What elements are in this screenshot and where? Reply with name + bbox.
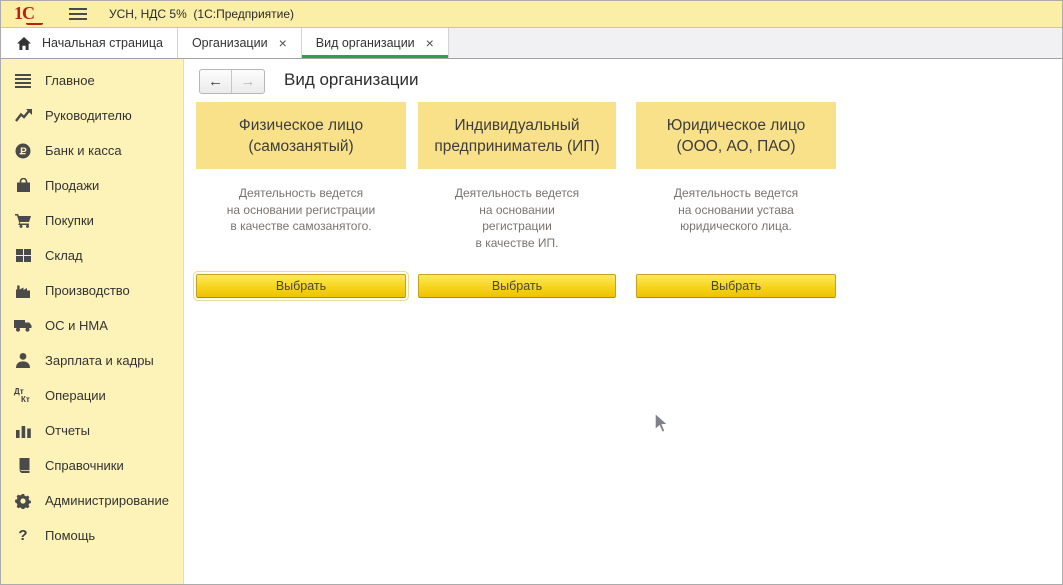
sidebar-item-label: Главное	[45, 73, 95, 88]
sidebar-item-salary-hr[interactable]: Зарплата и кадры	[1, 343, 183, 378]
sidebar-item-directories[interactable]: Справочники	[1, 448, 183, 483]
ruble-circle-icon: Р	[14, 143, 32, 159]
home-icon	[15, 37, 33, 50]
sidebar-item-purchases[interactable]: Покупки	[1, 203, 183, 238]
debit-credit-icon: ДтКт	[14, 388, 32, 404]
card-entrepreneur: Индивидуальный предприниматель (ИП) Деят…	[418, 102, 616, 298]
tab-home[interactable]: Начальная страница	[1, 28, 178, 58]
bag-icon	[14, 178, 32, 193]
sidebar-item-label: Склад	[45, 248, 83, 263]
title-bar: 1С УСН, НДС 5% (1С:Предприятие)	[1, 1, 1062, 28]
card-self-employed: Физическое лицо (самозанятый) Деятельнос…	[196, 102, 406, 298]
close-icon[interactable]: ×	[426, 36, 434, 50]
sidebar-item-sales[interactable]: Продажи	[1, 168, 183, 203]
tab-org-type[interactable]: Вид организации ×	[302, 28, 449, 58]
sidebar-item-label: Справочники	[45, 458, 124, 473]
factory-icon	[14, 284, 32, 298]
question-icon: ?	[14, 527, 32, 544]
truck-icon	[14, 319, 32, 332]
history-nav: ← →	[199, 69, 265, 94]
card-description: Деятельность ведется на основании регист…	[418, 185, 616, 274]
back-button[interactable]: ←	[200, 70, 232, 93]
tab-bar: Начальная страница Организации × Вид орг…	[1, 28, 1062, 59]
forward-button[interactable]: →	[232, 70, 264, 93]
section-sidebar: Главное Руководителю Р Банк и касса Прод…	[1, 59, 184, 584]
person-icon	[14, 353, 32, 368]
sidebar-item-main[interactable]: Главное	[1, 63, 183, 98]
sidebar-item-reports[interactable]: Отчеты	[1, 413, 183, 448]
tab-organizations[interactable]: Организации ×	[178, 28, 302, 58]
card-description: Деятельность ведется на основании устава…	[636, 185, 836, 274]
sidebar-item-label: Банк и касса	[45, 143, 122, 158]
sidebar-item-label: Зарплата и кадры	[45, 353, 154, 368]
select-legal-entity-button[interactable]: Выбрать	[636, 274, 836, 298]
trend-icon	[14, 109, 32, 122]
sidebar-item-label: Производство	[45, 283, 130, 298]
list-icon	[14, 74, 32, 88]
main-content: ← → Вид организации Физическое лицо (сам…	[184, 59, 1062, 584]
app-window: 1С УСН, НДС 5% (1С:Предприятие) Начальна…	[0, 0, 1063, 585]
sidebar-item-operations[interactable]: ДтКт Операции	[1, 378, 183, 413]
sidebar-item-label: Продажи	[45, 178, 99, 193]
sidebar-item-fixed-assets[interactable]: ОС и НМА	[1, 308, 183, 343]
boxes-icon	[14, 249, 32, 263]
card-legal-entity: Юридическое лицо (ООО, АО, ПАО) Деятельн…	[636, 102, 836, 298]
sidebar-item-production[interactable]: Производство	[1, 273, 183, 308]
1c-logo-icon: 1С	[14, 4, 46, 24]
tab-label: Начальная страница	[42, 36, 163, 50]
sidebar-item-administration[interactable]: Администрирование	[1, 483, 183, 518]
sidebar-item-label: Администрирование	[45, 493, 169, 508]
sidebar-item-label: ОС и НМА	[45, 318, 108, 333]
bar-chart-icon	[14, 424, 32, 438]
card-title: Юридическое лицо (ООО, АО, ПАО)	[636, 102, 836, 169]
main-menu-icon[interactable]	[69, 8, 87, 20]
sidebar-item-help[interactable]: ? Помощь	[1, 518, 183, 553]
sidebar-item-bank-cash[interactable]: Р Банк и касса	[1, 133, 183, 168]
sidebar-item-label: Отчеты	[45, 423, 90, 438]
window-title: УСН, НДС 5% (1С:Предприятие)	[109, 7, 294, 21]
close-icon[interactable]: ×	[279, 36, 287, 50]
svg-text:Р: Р	[20, 146, 27, 157]
sidebar-item-label: Руководителю	[45, 108, 132, 123]
org-type-cards: Физическое лицо (самозанятый) Деятельнос…	[196, 102, 836, 298]
gear-icon	[14, 493, 32, 509]
sidebar-item-label: Помощь	[45, 528, 95, 543]
sidebar-item-warehouse[interactable]: Склад	[1, 238, 183, 273]
select-self-employed-button[interactable]: Выбрать	[196, 274, 406, 298]
page-title: Вид организации	[284, 70, 419, 90]
card-title: Физическое лицо (самозанятый)	[196, 102, 406, 169]
sidebar-item-label: Покупки	[45, 213, 94, 228]
book-icon	[14, 458, 32, 473]
sidebar-item-manager[interactable]: Руководителю	[1, 98, 183, 133]
card-description: Деятельность ведется на основании регист…	[196, 185, 406, 274]
tab-label: Организации	[192, 36, 268, 50]
select-entrepreneur-button[interactable]: Выбрать	[418, 274, 616, 298]
cart-icon	[14, 213, 32, 228]
tab-label: Вид организации	[316, 36, 415, 50]
card-title: Индивидуальный предприниматель (ИП)	[418, 102, 616, 169]
sidebar-item-label: Операции	[45, 388, 106, 403]
